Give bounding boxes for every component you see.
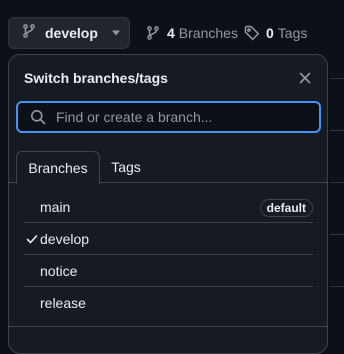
git-branch-icon: [145, 25, 161, 41]
branch-selector-button[interactable]: develop: [8, 17, 130, 49]
check-icon: [24, 233, 40, 245]
branches-label: Branches: [178, 25, 238, 41]
branches-count: 4: [167, 25, 175, 41]
branch-switcher-dropdown: Switch branches/tags Branches Tags main …: [8, 54, 328, 354]
branch-name: main: [40, 198, 71, 215]
tab-tags[interactable]: Tags: [106, 151, 146, 183]
branch-search-field[interactable]: [16, 101, 321, 133]
tags-label: Tags: [277, 25, 308, 41]
search-icon: [30, 109, 46, 125]
git-branch-icon: [21, 23, 37, 44]
background-divider: [330, 182, 344, 183]
footer-divider: [9, 326, 327, 327]
background-divider: [330, 234, 344, 235]
branch-search-input[interactable]: [54, 108, 308, 126]
current-branch-label: develop: [45, 25, 98, 41]
tags-count: 0: [266, 25, 274, 41]
background-divider: [330, 286, 344, 287]
branch-item-main[interactable]: main default: [24, 191, 313, 223]
branch-item-release[interactable]: release: [24, 287, 313, 319]
default-badge: default: [259, 199, 313, 217]
branch-name: develop: [40, 230, 90, 247]
branches-count-link[interactable]: 4 Branches: [145, 17, 238, 49]
close-button[interactable]: [297, 70, 313, 86]
branch-name: release: [40, 295, 86, 311]
x-icon: [299, 72, 311, 84]
tag-icon: [244, 25, 260, 41]
background-divider: [330, 78, 344, 79]
tab-branches[interactable]: Branches: [16, 151, 100, 184]
background-divider: [330, 130, 344, 131]
dropdown-title: Switch branches/tags: [24, 70, 168, 86]
branch-item-develop[interactable]: develop: [24, 223, 313, 255]
triangle-down-icon: [111, 30, 121, 36]
branch-name: notice: [40, 262, 78, 279]
branch-item-notice[interactable]: notice: [24, 255, 313, 287]
tags-count-link[interactable]: 0 Tags: [244, 17, 307, 49]
